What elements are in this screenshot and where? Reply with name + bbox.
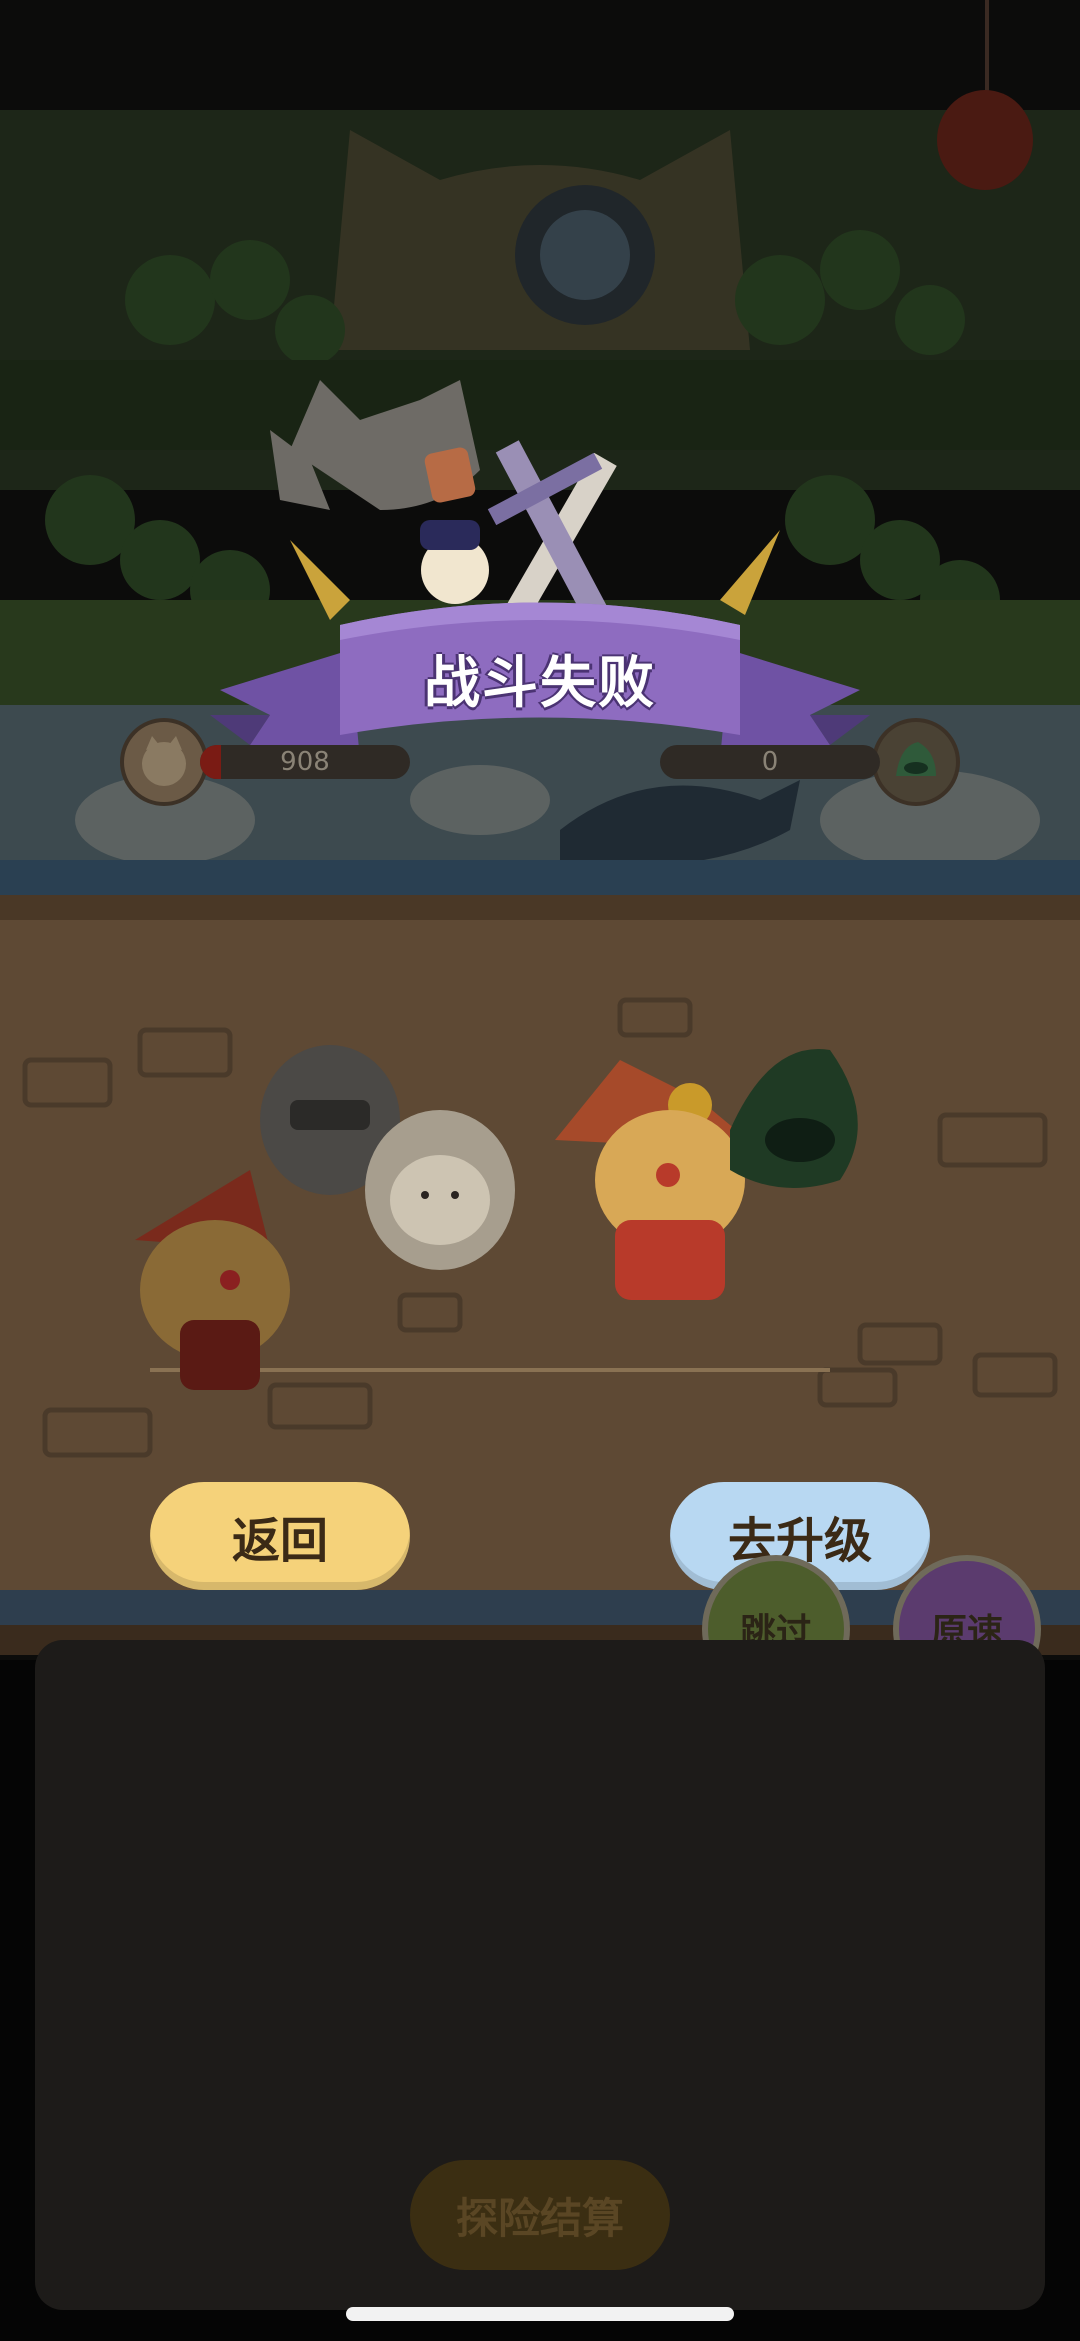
- player-hp-value: 908: [280, 747, 330, 777]
- battle-result-title: 战斗失败: [424, 650, 656, 716]
- slime-icon: [896, 742, 936, 776]
- expedition-settle-button[interactable]: 探险结算: [410, 2160, 670, 2270]
- enemy-hp-value: 0: [761, 747, 779, 777]
- player-hp-bar: 908: [200, 745, 410, 779]
- enemy-avatar: [872, 718, 960, 806]
- enemy-hp-panel: 0: [660, 718, 960, 806]
- player-hp-fill: [200, 745, 221, 779]
- cat-face-icon: [142, 736, 186, 786]
- back-button[interactable]: 返回: [150, 1482, 410, 1590]
- enemy-hp-bar: 0: [660, 745, 880, 779]
- player-hp-panel: 908: [120, 718, 410, 806]
- player-avatar: [120, 718, 208, 806]
- home-indicator[interactable]: [346, 2307, 734, 2321]
